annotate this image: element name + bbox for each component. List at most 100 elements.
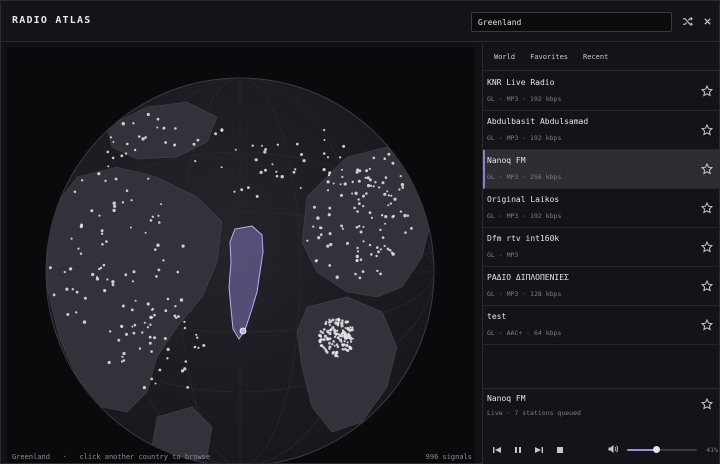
station-marker[interactable] bbox=[176, 270, 180, 274]
station-marker[interactable] bbox=[334, 332, 338, 336]
station-marker[interactable] bbox=[340, 224, 343, 228]
station-marker[interactable] bbox=[121, 201, 125, 204]
station-marker[interactable] bbox=[97, 172, 101, 176]
station-marker[interactable] bbox=[387, 204, 390, 207]
station-marker[interactable] bbox=[317, 236, 321, 240]
station-marker[interactable] bbox=[326, 244, 330, 248]
station-marker[interactable] bbox=[251, 144, 254, 147]
station-marker[interactable] bbox=[111, 156, 115, 160]
station-marker[interactable] bbox=[337, 333, 340, 336]
station-marker[interactable] bbox=[358, 276, 362, 280]
station-marker[interactable] bbox=[300, 153, 303, 156]
station-marker[interactable] bbox=[323, 128, 326, 132]
station-marker[interactable] bbox=[312, 225, 315, 228]
station-marker[interactable] bbox=[154, 382, 157, 385]
station-marker[interactable] bbox=[316, 216, 320, 220]
station-marker[interactable] bbox=[336, 322, 340, 326]
station-marker[interactable] bbox=[143, 321, 146, 324]
station-marker[interactable] bbox=[149, 219, 153, 222]
station-marker[interactable] bbox=[390, 194, 393, 197]
station-marker[interactable] bbox=[400, 183, 405, 187]
station-marker[interactable] bbox=[117, 338, 121, 342]
station-marker[interactable] bbox=[377, 250, 380, 254]
station-marker[interactable] bbox=[77, 247, 80, 250]
station-marker[interactable] bbox=[180, 369, 185, 373]
station-marker[interactable] bbox=[105, 240, 108, 243]
station-marker[interactable] bbox=[328, 264, 332, 267]
station-marker[interactable] bbox=[193, 345, 197, 349]
station-marker[interactable] bbox=[341, 175, 344, 179]
station-marker[interactable] bbox=[362, 194, 365, 198]
station-marker[interactable] bbox=[163, 337, 167, 340]
station-marker[interactable] bbox=[181, 244, 185, 248]
station-marker[interactable] bbox=[328, 206, 332, 210]
station-marker[interactable] bbox=[254, 158, 258, 162]
station-marker[interactable] bbox=[401, 186, 405, 189]
favorite-star-icon[interactable] bbox=[701, 202, 713, 214]
station-marker[interactable] bbox=[164, 141, 168, 144]
station-marker[interactable] bbox=[147, 177, 150, 180]
station-marker[interactable] bbox=[263, 150, 267, 154]
station-marker[interactable] bbox=[379, 272, 382, 276]
station-marker[interactable] bbox=[150, 350, 153, 353]
station-marker[interactable] bbox=[109, 136, 113, 139]
station-marker[interactable] bbox=[328, 341, 331, 345]
station-marker[interactable] bbox=[319, 226, 322, 230]
station-marker[interactable] bbox=[148, 341, 152, 345]
station-marker[interactable] bbox=[98, 214, 101, 217]
station-marker[interactable] bbox=[122, 351, 126, 356]
station-marker[interactable] bbox=[322, 168, 326, 172]
station-marker[interactable] bbox=[383, 192, 387, 196]
station-marker[interactable] bbox=[386, 190, 389, 193]
station-marker[interactable] bbox=[346, 341, 349, 344]
station-marker[interactable] bbox=[138, 347, 142, 350]
pause-icon[interactable] bbox=[512, 444, 524, 456]
station-marker[interactable] bbox=[349, 346, 353, 351]
station-marker[interactable] bbox=[144, 231, 147, 234]
station-row[interactable]: KNR Live Radio GL · MP3 · 192 kbps bbox=[483, 72, 720, 111]
station-marker[interactable] bbox=[192, 142, 196, 146]
station-marker[interactable] bbox=[156, 126, 159, 129]
station-marker[interactable] bbox=[331, 343, 334, 346]
station-marker[interactable] bbox=[112, 201, 116, 205]
station-marker[interactable] bbox=[318, 334, 321, 337]
station-marker[interactable] bbox=[264, 148, 267, 151]
station-marker[interactable] bbox=[302, 159, 306, 163]
station-marker[interactable] bbox=[403, 213, 407, 218]
station-marker[interactable] bbox=[361, 270, 365, 273]
station-marker[interactable] bbox=[124, 152, 128, 155]
station-marker[interactable] bbox=[346, 320, 349, 324]
station-marker[interactable] bbox=[332, 350, 335, 354]
station-marker[interactable] bbox=[344, 327, 347, 329]
station-marker[interactable] bbox=[368, 167, 371, 170]
favorite-star-icon[interactable] bbox=[701, 319, 713, 331]
station-marker[interactable] bbox=[79, 225, 83, 229]
station-marker[interactable] bbox=[275, 174, 279, 178]
station-marker[interactable] bbox=[133, 323, 137, 327]
station-marker[interactable] bbox=[73, 190, 77, 194]
station-marker[interactable] bbox=[351, 192, 354, 195]
station-marker[interactable] bbox=[102, 263, 106, 267]
station-marker[interactable] bbox=[155, 275, 158, 278]
station-marker[interactable] bbox=[326, 180, 330, 184]
station-marker[interactable] bbox=[376, 269, 379, 273]
station-marker[interactable] bbox=[346, 327, 350, 331]
station-marker[interactable] bbox=[391, 252, 395, 256]
station-marker[interactable] bbox=[334, 354, 338, 358]
station-marker[interactable] bbox=[90, 209, 94, 213]
station-marker[interactable] bbox=[166, 357, 169, 360]
station-marker[interactable] bbox=[104, 179, 107, 183]
station-marker[interactable] bbox=[312, 205, 316, 209]
station-marker[interactable] bbox=[391, 161, 395, 165]
station-marker[interactable] bbox=[355, 258, 359, 263]
station-marker[interactable] bbox=[95, 277, 100, 281]
station-marker[interactable] bbox=[375, 254, 378, 258]
station-marker[interactable] bbox=[173, 143, 177, 147]
station-marker[interactable] bbox=[370, 253, 373, 256]
station-marker[interactable] bbox=[106, 278, 109, 281]
station-marker[interactable] bbox=[356, 250, 360, 253]
station-marker[interactable] bbox=[292, 170, 296, 174]
station-marker[interactable] bbox=[52, 293, 56, 297]
station-marker[interactable] bbox=[299, 187, 302, 189]
station-marker[interactable] bbox=[142, 386, 146, 390]
